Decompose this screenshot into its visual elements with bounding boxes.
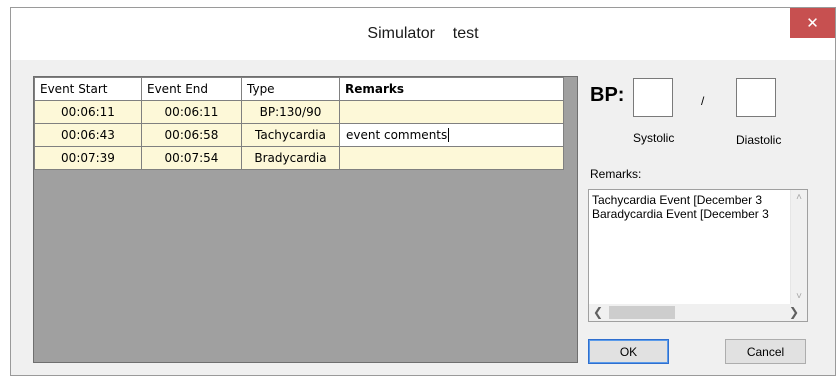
cell-remarks[interactable]	[339, 146, 564, 170]
window-title: Simulator test	[367, 25, 479, 42]
remarks-line: Tachycardia Event [December 3	[592, 193, 763, 207]
diastolic-input[interactable]	[736, 78, 776, 117]
cell-event-end[interactable]: 00:06:11	[141, 100, 242, 124]
bp-label: BP:	[590, 84, 625, 106]
dialog-client-area: Event Start Event End Type Remarks 00:06…	[11, 60, 835, 375]
horizontal-scroll-thumb[interactable]	[609, 306, 675, 319]
cell-type[interactable]: BP:130/90	[241, 100, 340, 124]
remarks-edit-text: event comments	[346, 128, 450, 142]
remarks-line: Baradycardia Event [December 3	[592, 207, 769, 221]
cell-event-start[interactable]: 00:06:11	[34, 100, 142, 124]
events-table: Event Start Event End Type Remarks 00:06…	[34, 77, 564, 170]
cell-type[interactable]: Bradycardia	[241, 146, 340, 170]
bp-separator: /	[701, 94, 705, 108]
cell-event-start[interactable]: 00:06:43	[34, 123, 142, 147]
column-header-event-end[interactable]: Event End	[141, 77, 242, 101]
scroll-down-icon[interactable]: ˅	[791, 291, 807, 302]
remarks-label: Remarks:	[590, 167, 642, 181]
remarks-textarea[interactable]: Tachycardia Event [December 3 Baradycard…	[588, 189, 808, 322]
systolic-input[interactable]	[633, 78, 673, 117]
systolic-label: Systolic	[633, 131, 675, 145]
table-row[interactable]: 00:07:39 00:07:54 Bradycardia	[34, 146, 564, 170]
simulator-dialog: Simulator test ✕ Event Start Event End T…	[10, 7, 836, 376]
ok-button[interactable]: OK	[588, 339, 669, 364]
cell-event-start[interactable]: 00:07:39	[34, 146, 142, 170]
scroll-right-icon[interactable]: ❯	[789, 305, 799, 319]
grid-header-row: Event Start Event End Type Remarks	[34, 77, 564, 101]
diastolic-label: Diastolic	[736, 133, 782, 147]
column-header-remarks[interactable]: Remarks	[339, 77, 564, 101]
cell-type[interactable]: Tachycardia	[241, 123, 340, 147]
table-row[interactable]: 00:06:43 00:06:58 Tachycardia event comm…	[34, 123, 564, 147]
cell-remarks-editor[interactable]: event comments	[339, 123, 564, 147]
horizontal-scrollbar[interactable]: ❮ ❯	[589, 304, 807, 321]
column-header-event-start[interactable]: Event Start	[34, 77, 142, 101]
cell-remarks[interactable]	[339, 100, 564, 124]
column-header-type[interactable]: Type	[241, 77, 340, 101]
vertical-scrollbar[interactable]: ˄ ˅	[790, 190, 807, 304]
cell-event-end[interactable]: 00:06:58	[141, 123, 242, 147]
cancel-button[interactable]: Cancel	[725, 339, 806, 364]
cell-event-end[interactable]: 00:07:54	[141, 146, 242, 170]
table-row[interactable]: 00:06:11 00:06:11 BP:130/90	[34, 100, 564, 124]
close-icon: ✕	[806, 15, 819, 32]
close-button[interactable]: ✕	[790, 8, 835, 38]
scroll-left-icon[interactable]: ❮	[593, 305, 603, 319]
remarks-content: Tachycardia Event [December 3 Baradycard…	[592, 193, 790, 221]
title-bar[interactable]: Simulator test ✕	[11, 8, 835, 60]
scroll-up-icon[interactable]: ˄	[791, 192, 807, 203]
events-grid[interactable]: Event Start Event End Type Remarks 00:06…	[33, 76, 578, 363]
